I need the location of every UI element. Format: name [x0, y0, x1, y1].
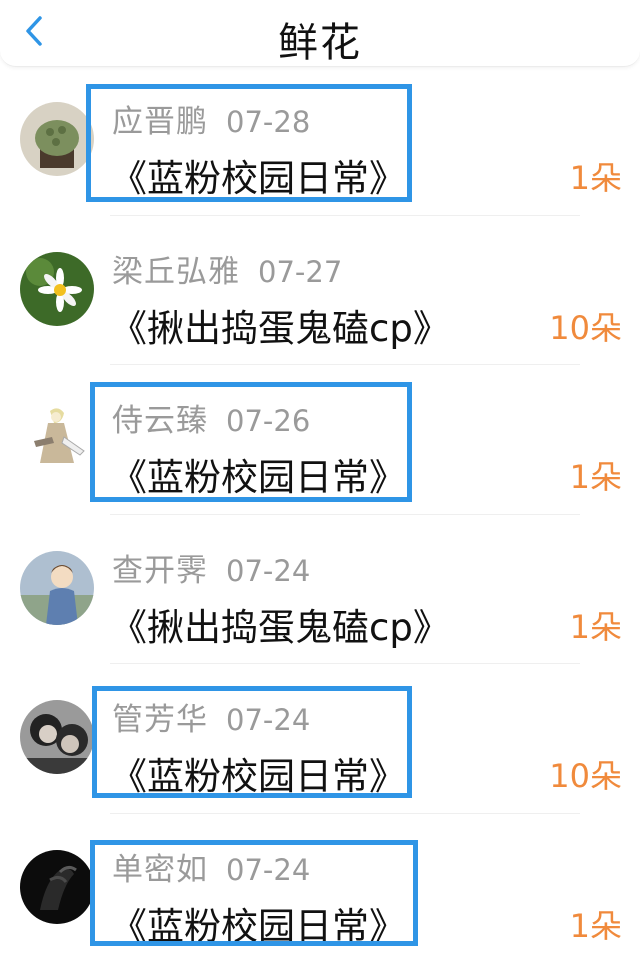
sender-name: 查开霁: [112, 552, 208, 589]
sender-meta: 查开霁 07-24: [112, 545, 310, 590]
avatar[interactable]: [20, 401, 94, 476]
sender-name: 梁丘弘雅: [112, 253, 240, 290]
page-title: 鲜花: [278, 20, 362, 66]
send-date: 07-24: [226, 553, 311, 588]
work-title[interactable]: 《揪出捣蛋鬼磕cp》: [110, 298, 450, 352]
avatar[interactable]: [20, 849, 94, 924]
highlight-box: [92, 686, 412, 798]
send-date: 07-27: [258, 254, 343, 289]
highlight-box: [86, 84, 412, 202]
highlight-box: [90, 382, 412, 502]
work-title[interactable]: 《揪出捣蛋鬼磕cp》: [110, 597, 450, 651]
avatar[interactable]: [20, 102, 94, 176]
sender-meta: 梁丘弘雅 07-27: [112, 246, 342, 291]
list-item[interactable]: 梁丘弘雅 07-27 《揪出捣蛋鬼磕cp》 10朵: [0, 216, 640, 366]
flower-count: 10朵: [549, 308, 622, 347]
avatar[interactable]: [20, 700, 94, 775]
avatar[interactable]: [20, 550, 94, 625]
flower-count: 1朵: [569, 458, 622, 497]
flower-count: 1朵: [569, 159, 622, 197]
highlight-box: [90, 840, 418, 946]
top-bar: 鲜花: [0, 0, 640, 67]
flower-count: 10朵: [549, 757, 622, 796]
avatar[interactable]: [20, 251, 94, 326]
flower-count: 1朵: [569, 906, 622, 945]
list-item[interactable]: 查开霁 07-24 《揪出捣蛋鬼磕cp》 1朵: [0, 515, 640, 665]
flower-count: 1朵: [569, 607, 622, 646]
